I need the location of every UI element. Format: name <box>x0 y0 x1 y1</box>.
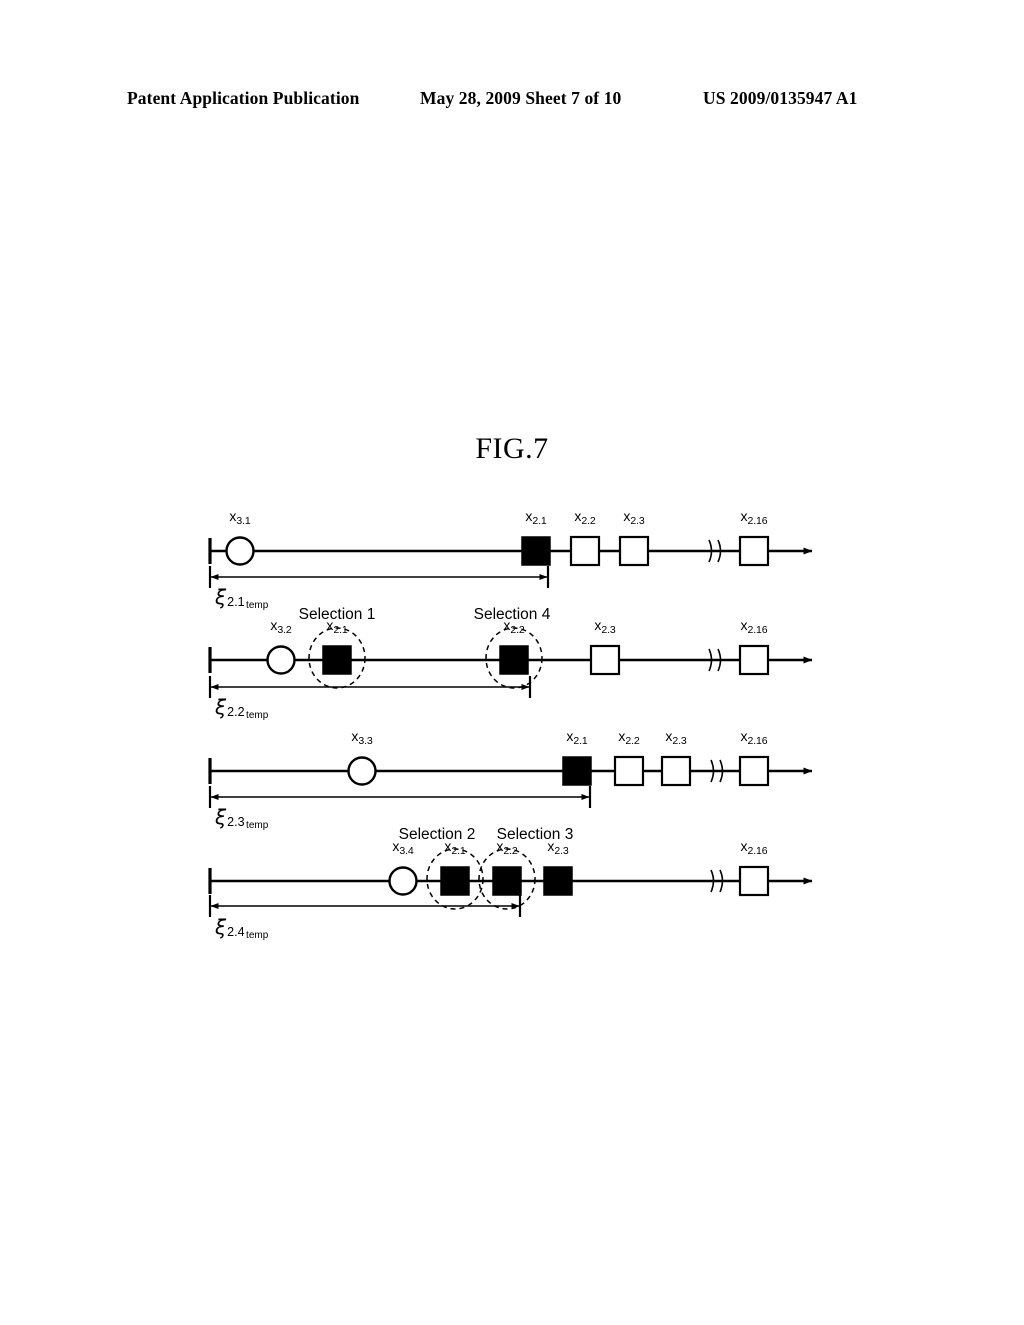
node-label-row-2-x3.2: x3.2 <box>270 617 292 636</box>
node-label-row-2-x2.3: x2.3 <box>594 617 616 636</box>
node-square-open-x2.2[interactable] <box>613 755 645 787</box>
node-label-row-3-x2.2: x2.2 <box>618 728 640 747</box>
node-circle-x3.4[interactable] <box>388 866 418 896</box>
node-square-filled-x2.1[interactable] <box>562 756 592 786</box>
node-square-filled-x2.2[interactable] <box>492 866 522 896</box>
node-label-row-2-x2.16: x2.16 <box>740 617 768 636</box>
node-circle-x3.1[interactable] <box>225 536 255 566</box>
node-label-row-1-x2.3: x2.3 <box>623 508 645 527</box>
node-label-row-1-x2.16: x2.16 <box>740 508 768 527</box>
node-square-open-x2.16[interactable] <box>738 535 770 567</box>
node-label-row-3-x3.3: x3.3 <box>351 728 373 747</box>
node-circle-x3.3[interactable] <box>347 756 377 786</box>
node-square-open-x2.3[interactable] <box>589 644 621 676</box>
node-square-open-x2.3[interactable] <box>660 755 692 787</box>
node-square-filled-x2.3[interactable] <box>543 866 573 896</box>
node-square-filled-x2.1[interactable] <box>521 536 551 566</box>
node-label-row-4-x2.16: x2.16 <box>740 838 768 857</box>
node-circle-x3.2[interactable] <box>266 645 296 675</box>
node-square-filled-x2.1[interactable] <box>440 866 470 896</box>
timeline-diagram-svg <box>208 535 813 917</box>
selection-label-row-4-2: Selection 3 <box>496 826 574 843</box>
xi-measure-label-row-4: ξ2.4 temp <box>215 915 269 941</box>
selection-label-row-2-2: Selection 4 <box>473 606 551 623</box>
timeline-row-2 <box>208 627 813 698</box>
figure-diagram: x3.1 x2.1 x2.2 x2.3 x2.16 ξ2.1 temp x3.2 x2.1 x2.… <box>0 0 1024 1320</box>
node-label-row-3-x2.1: x2.1 <box>566 728 588 747</box>
xi-measure-label-row-2: ξ2.2 temp <box>215 695 269 721</box>
node-square-filled-x2.1[interactable] <box>322 645 352 675</box>
timeline-row-4 <box>208 848 813 917</box>
node-square-open-x2.16[interactable] <box>738 755 770 787</box>
selection-label-row-2-1: Selection 1 <box>298 606 376 623</box>
node-square-open-x2.16[interactable] <box>738 644 770 676</box>
timeline-row-1 <box>208 535 813 588</box>
timeline-row-3 <box>208 755 813 808</box>
node-square-filled-x2.2[interactable] <box>499 645 529 675</box>
node-label-row-1-x3.1: x3.1 <box>229 508 251 527</box>
node-square-open-x2.3[interactable] <box>618 535 650 567</box>
node-square-open-x2.2[interactable] <box>569 535 601 567</box>
node-label-row-3-x2.16: x2.16 <box>740 728 768 747</box>
node-label-row-1-x2.2: x2.2 <box>574 508 596 527</box>
node-label-row-3-x2.3: x2.3 <box>665 728 687 747</box>
xi-measure-label-row-1: ξ2.1 temp <box>215 585 269 611</box>
node-square-open-x2.16[interactable] <box>738 865 770 897</box>
xi-measure-label-row-3: ξ2.3 temp <box>215 805 269 831</box>
selection-label-row-4-1: Selection 2 <box>398 826 476 843</box>
node-label-row-1-x2.1: x2.1 <box>525 508 547 527</box>
